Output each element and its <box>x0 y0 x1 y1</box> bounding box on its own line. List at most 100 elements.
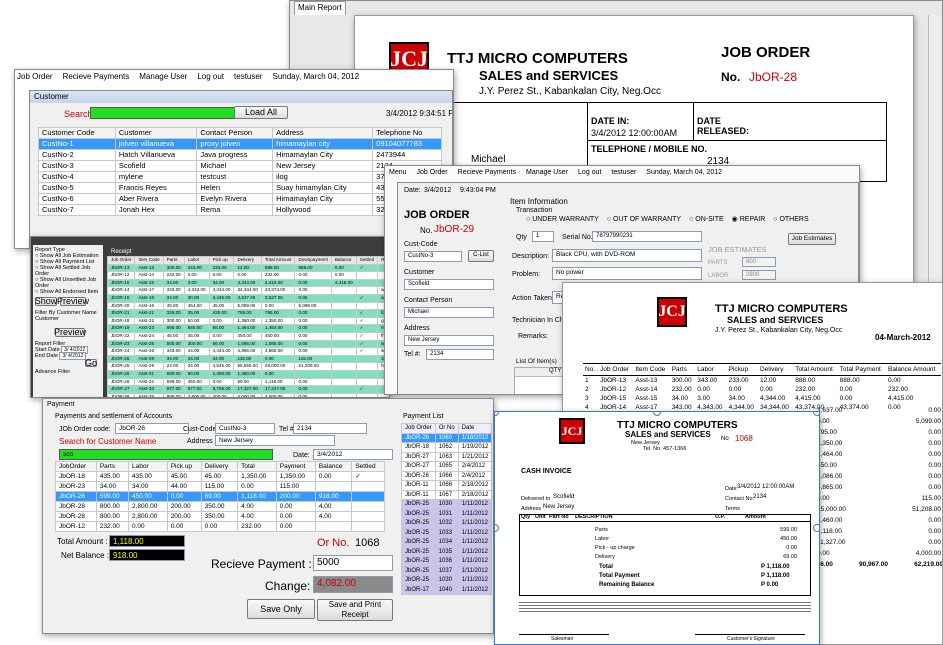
resize-handle[interactable] <box>813 412 819 416</box>
table-row[interactable]: JbOR-25 1036 1/11/2012 <box>401 556 493 567</box>
column-header[interactable]: Item Code <box>134 256 164 265</box>
column-header[interactable]: Pick up <box>166 461 202 472</box>
column-header[interactable]: Customer <box>114 127 198 139</box>
column-header[interactable]: Total <box>237 461 277 472</box>
table-row[interactable]: JbOR-13 Asst-13 300.00 343.00 233.00 12.00 888… <box>106 263 389 273</box>
table-row[interactable]: JbOR-25 1034 1/11/2012 <box>401 537 493 548</box>
customer-input[interactable]: Scofield <box>404 279 494 290</box>
table-row[interactable]: JbOR-18 1062 1/19/2012 <box>401 442 493 453</box>
qty-input[interactable]: 1 <box>532 231 554 242</box>
table-row[interactable]: JbOR-25 1033 1/11/2012 <box>401 527 493 538</box>
table-row[interactable]: JbOR-26 Asst-32 599.00 450.00 0.00 69.00 1,118… <box>106 377 389 387</box>
table-row[interactable]: JbOR-26 599.00 450.00 0.00 69.00 1,118.00 200.… <box>55 491 385 502</box>
column-header[interactable]: Balance <box>314 461 353 472</box>
column-header[interactable]: Labor <box>128 461 168 472</box>
receipt-table[interactable]: Job Order Item Code Parts Labor Pick up Deliv… <box>106 256 389 397</box>
table-row[interactable]: JbOR-22 Asst-24 45.00 45.00 0.00 450.00 450.00… <box>106 331 389 341</box>
table-row[interactable]: JbOR-27 1063 1/21/2012 <box>401 451 493 462</box>
tab-main-report[interactable]: Main Report <box>294 1 346 15</box>
table-row[interactable]: CustNo-5 Francis Reyes Helen Suay himamylan… <box>38 182 442 194</box>
table-row[interactable]: JbOR-18 Asst-22 300.00 50.00 0.00 1,350.00 1,3… <box>106 316 389 326</box>
column-header[interactable]: Balance <box>330 256 357 265</box>
table-row[interactable]: JbOR-17 1040 1/11/2012 <box>401 584 493 595</box>
menu-log-out[interactable]: Log out <box>578 169 601 176</box>
contact-person-input[interactable]: Michael <box>404 307 494 318</box>
menu-job-order[interactable]: Job Order <box>17 72 53 81</box>
column-header[interactable]: Delivery <box>200 461 239 472</box>
recieve-payment-input[interactable]: 5000 <box>313 555 393 571</box>
resize-handle[interactable] <box>495 524 499 532</box>
table-row[interactable]: JbOR-19 Asst-23 666.00 666.00 66.00 1,464.00 1… <box>106 324 389 333</box>
column-header[interactable]: Job Order <box>106 256 136 265</box>
problem-input[interactable]: No power <box>552 267 702 280</box>
menu-menu[interactable]: Menu <box>389 169 407 176</box>
table-row[interactable]: JbOR-25 1031 1/11/2012 <box>401 508 493 519</box>
table-row[interactable]: JbOR-28 800.00 2,800.00 200.00 350.00 4.00 0.0… <box>55 501 385 512</box>
description-input[interactable]: Black CPU, with DVD-ROM <box>552 249 702 262</box>
report-type-option[interactable]: ○ Show All Unsettled Job Order <box>35 277 101 289</box>
transaction-radio[interactable]: ◉ REPAIR <box>732 216 766 223</box>
menu-log-out[interactable]: Log out <box>197 72 224 81</box>
menu-recieve-payments[interactable]: Recieve Payments <box>458 169 516 176</box>
jo-code-input[interactable]: JbOR-26 <box>115 423 189 434</box>
table-row[interactable]: CustNo-1 jolven villanueva proxy jolven him… <box>38 138 442 150</box>
column-header[interactable]: Payment <box>275 461 316 472</box>
payment-list-table[interactable]: Job Order Or No Date JbOR-26 1060 1/18/2012 Jb… <box>401 423 493 595</box>
address-input[interactable]: New Jersey <box>215 435 335 446</box>
parts-input[interactable]: 800 <box>742 257 776 267</box>
job-estimates-button[interactable]: Job Estimates <box>788 233 836 245</box>
column-header[interactable]: Parts <box>95 461 130 472</box>
menu-job-order[interactable]: Job Order <box>417 169 448 176</box>
column-header[interactable]: Labor <box>183 256 210 265</box>
report-type-option[interactable]: ○ Show All Endorsed Item <box>35 289 101 295</box>
table-row[interactable]: JbOR-26 Asst-28 34.00 34.00 44.00 115.00 0.00 1… <box>106 354 389 364</box>
table-row[interactable]: JbOR-25 1037 1/11/2012 <box>401 565 493 576</box>
column-header[interactable]: Total Amount <box>260 256 296 265</box>
search-customer-input[interactable]: sco <box>59 449 273 460</box>
payment-table[interactable]: JobOrder Parts Labor Pick up Delivery Total Pa… <box>55 461 385 532</box>
table-row[interactable]: JbOR-25 1030 1/11/2012 <box>401 499 493 510</box>
resize-handle[interactable] <box>813 524 819 532</box>
menu-manage-user[interactable]: Manage User <box>139 72 187 81</box>
resize-handle[interactable] <box>495 412 499 416</box>
table-row[interactable]: JbOR-14 Asst-17 343.00 4,343.00 4,344.00 34,3… <box>106 286 389 295</box>
column-header[interactable]: Job Order <box>401 423 436 434</box>
cust-code-input[interactable]: CustNo-3 <box>404 251 462 262</box>
labor-input[interactable]: 2800 <box>742 270 776 280</box>
table-row[interactable]: JbOR-26 1060 1/18/2012 <box>401 432 493 443</box>
column-header[interactable]: Settled <box>351 461 385 472</box>
column-header[interactable]: Pick up <box>208 256 235 265</box>
table-row[interactable]: JbOR-28 800.00 2,800.00 200.00 350.00 4.00 0.0… <box>55 511 385 522</box>
transaction-radio[interactable]: ○ ON-SITE <box>689 216 724 223</box>
table-row[interactable]: CustNo-4mylenetestcustilog3737 <box>38 171 442 183</box>
table-row[interactable]: JbOR-23 34.00 34.00 44.00 115.00 0.00 115.00 <box>55 481 385 492</box>
save-only-button[interactable]: Save Only <box>247 599 315 619</box>
table-row[interactable]: CustNo-3ScofieldMichaelNew Jersey2134 <box>38 160 442 172</box>
resize-handle[interactable] <box>653 412 661 416</box>
tel-input[interactable]: 2134 <box>293 423 367 434</box>
column-header[interactable]: Delivery <box>233 256 262 265</box>
table-row[interactable]: CustNo-2 Hatch Villanueva Java progress Him… <box>38 149 442 161</box>
table-row[interactable]: JbOR-15 Asst-15 34.00 3.00 34.00 4,344.00 4,41… <box>106 278 389 288</box>
table-row[interactable]: JbOR-21 Asst-21 325.00 35.00 435.00 795.00 795… <box>106 309 389 318</box>
vertical-scrollbar[interactable] <box>928 15 942 289</box>
table-row[interactable]: JbOR-26 Asst-31 500.00 90.00 1,460.00 1,460.0… <box>106 369 389 379</box>
table-row[interactable]: JbOR-26 1066 2/4/2012 <box>401 470 493 481</box>
go-button[interactable]: Go <box>85 358 97 368</box>
serial-input[interactable]: 78797990231 <box>592 231 702 242</box>
address-input[interactable]: New Jersey <box>404 335 494 346</box>
transaction-radio[interactable]: ○ OUT OF WARRANTY <box>607 216 681 223</box>
menu-manage-user[interactable]: Manage User <box>526 169 568 176</box>
table-row[interactable]: JbOR-12 232.00 0.00 0.00 0.00 232.00 0.00 <box>55 521 385 532</box>
table-row[interactable]: JbOR-11 1067 2/18/2012 <box>401 489 493 500</box>
table-row[interactable]: JbOR-25 1035 1/11/2012 <box>401 546 493 557</box>
table-row[interactable]: JbOR-12 Asst-14 232.00 0.00 0.00 0.00 232.00 0.… <box>106 271 389 280</box>
table-row[interactable]: JbOR-16 Asst-18 34.00 30.00 3,445.00 3,637.00… <box>106 293 389 303</box>
end-date-input[interactable]: 3/ 4/2012 <box>59 352 87 360</box>
table-row[interactable]: CustNo-6 Aber Rivera Evelyn Rivera Himamayl… <box>38 193 442 205</box>
table-row[interactable]: JbOR-25 1032 1/11/2012 <box>401 518 493 529</box>
column-header[interactable]: Downpayment <box>294 256 332 265</box>
column-header[interactable]: Customer Code <box>38 127 116 139</box>
table-row[interactable]: JbOR-25 Asst-29 23.00 34.00 4,545.00 55,555.0… <box>106 362 389 371</box>
column-header[interactable]: Date <box>457 423 493 434</box>
